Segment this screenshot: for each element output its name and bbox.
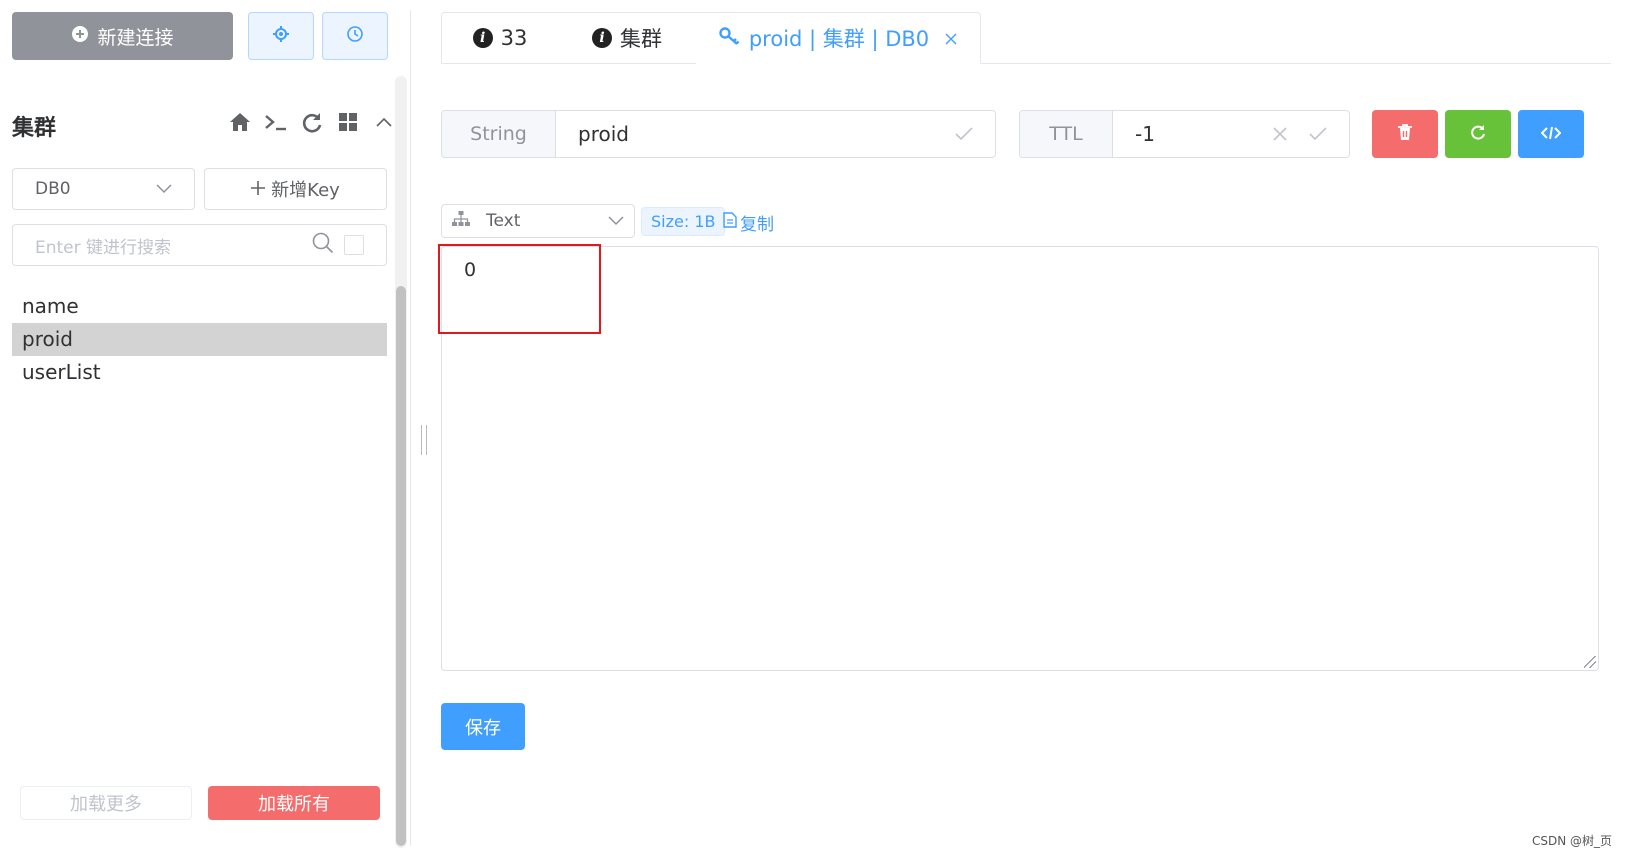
home-icon[interactable]: [228, 110, 252, 134]
refresh-key-button[interactable]: [1445, 110, 1511, 158]
search-placeholder: Enter 键进行搜索: [35, 237, 172, 258]
watermark: CSDN @树_页: [1532, 834, 1613, 848]
value-textarea[interactable]: 0: [441, 246, 1599, 671]
key-type-label: String: [442, 111, 556, 157]
terminal-icon[interactable]: [264, 110, 288, 134]
tab-server-info[interactable]: i 33: [441, 12, 559, 64]
add-key-label: 新增Key: [271, 180, 340, 201]
db-select-value: DB0: [35, 179, 71, 199]
key-name-input[interactable]: proid: [556, 111, 995, 157]
info-icon: i: [592, 28, 612, 48]
load-all-button[interactable]: 加载所有: [208, 786, 380, 820]
plus-circle-icon: [71, 25, 89, 48]
db-select[interactable]: DB0: [12, 168, 195, 210]
grid-icon[interactable]: [336, 110, 360, 134]
clear-icon[interactable]: [1273, 122, 1287, 146]
refresh-icon[interactable]: [300, 110, 324, 134]
refresh-icon: [1470, 124, 1486, 144]
save-button[interactable]: 保存: [441, 703, 525, 750]
tab-cluster-info[interactable]: i 集群: [558, 12, 697, 64]
ttl-label: TTL: [1020, 111, 1113, 157]
format-select[interactable]: Text: [441, 204, 635, 238]
dump-command-button[interactable]: [1518, 110, 1584, 158]
exact-search-checkbox[interactable]: [344, 235, 364, 255]
add-key-button[interactable]: 新增Key: [204, 168, 387, 210]
key-search-input[interactable]: Enter 键进行搜索: [12, 224, 387, 266]
chevron-up-icon[interactable]: [372, 110, 396, 134]
sidebar-scrollbar[interactable]: [395, 76, 407, 848]
size-tag: Size: 1B: [641, 207, 726, 236]
code-icon: [1540, 125, 1562, 144]
list-item[interactable]: userList: [12, 356, 387, 389]
copy-label: 复制: [740, 215, 774, 235]
key-name-value: proid: [578, 122, 629, 146]
ttl-value: -1: [1135, 122, 1155, 146]
tab-label: 33: [500, 26, 528, 50]
ttl-group: TTL -1: [1019, 110, 1350, 158]
sitemap-icon: [452, 210, 470, 232]
load-more-button[interactable]: 加载更多: [20, 786, 192, 820]
resize-handle[interactable]: [421, 425, 427, 455]
check-icon[interactable]: [1309, 122, 1327, 146]
clock-icon: [346, 25, 364, 47]
history-button[interactable]: [322, 12, 388, 60]
key-icon: [719, 26, 741, 51]
connection-toolbar: [228, 110, 396, 134]
tab-label: 集群: [620, 27, 662, 51]
gear-icon: [272, 25, 290, 47]
format-value: Text: [486, 211, 521, 231]
tab-key-proid[interactable]: proid | 集群 | DB0: [696, 12, 981, 64]
search-icon[interactable]: [312, 232, 334, 259]
scrollbar-thumb[interactable]: [396, 286, 406, 846]
panel-divider: [410, 10, 411, 846]
new-connection-button[interactable]: 新建连接: [12, 12, 233, 60]
new-connection-label: 新建连接: [97, 26, 174, 49]
delete-key-button[interactable]: [1372, 110, 1438, 158]
chevron-down-icon: [156, 179, 172, 199]
list-item[interactable]: name: [12, 290, 387, 323]
document-icon: [723, 212, 737, 233]
textarea-resize-handle[interactable]: [1584, 656, 1596, 668]
ttl-input[interactable]: -1: [1113, 111, 1349, 157]
trash-icon: [1397, 123, 1413, 145]
key-list: name proid userList: [12, 290, 387, 389]
settings-button[interactable]: [248, 12, 314, 60]
plus-icon: [251, 179, 266, 200]
sidebar: 新建连接 集群 DB0 新增Key Enter 键进行搜索 name proid…: [0, 0, 410, 856]
tab-label: proid | 集群 | DB0: [748, 27, 930, 51]
list-item[interactable]: proid: [12, 323, 387, 356]
chevron-down-icon: [608, 211, 624, 231]
key-name-group: String proid: [441, 110, 996, 158]
copy-link[interactable]: 复制: [723, 210, 774, 235]
annotation-highlight-box: [438, 244, 601, 334]
check-icon[interactable]: [955, 122, 973, 146]
info-icon: i: [472, 28, 493, 48]
close-icon[interactable]: [945, 26, 957, 50]
connection-title: 集群: [12, 116, 57, 141]
